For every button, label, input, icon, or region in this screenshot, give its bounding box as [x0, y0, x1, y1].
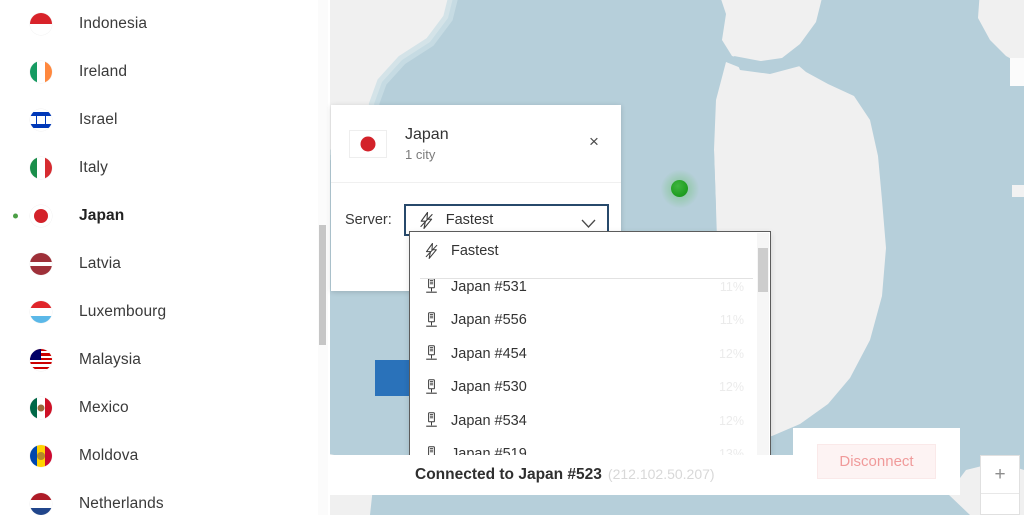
server-icon	[422, 278, 440, 295]
server-icon	[422, 345, 440, 362]
dropdown-item-fastest[interactable]: Fastest	[410, 232, 770, 270]
dropdown-item-load-percent: 11%	[719, 313, 744, 328]
popup-country-name: Japan	[405, 125, 449, 143]
sidebar-item-moldova[interactable]: Moldova	[0, 432, 330, 480]
country-name-label: Malaysia	[79, 351, 141, 368]
israel-flag-icon	[30, 109, 52, 131]
sidebar-item-ireland[interactable]: Ireland	[0, 48, 330, 96]
disconnect-button[interactable]: Disconnect	[817, 444, 936, 479]
country-name-label: Moldova	[79, 447, 139, 464]
latvia-flag-icon	[30, 253, 52, 275]
popup-titles: Japan 1 city	[405, 125, 449, 163]
server-selected-value: Fastest	[445, 212, 494, 228]
dropdown-item-japan-531[interactable]: Japan #531 11%	[410, 270, 770, 304]
panel-edge-clip-mid	[1012, 185, 1024, 197]
popup-header: Japan 1 city ×	[331, 105, 621, 183]
selected-indicator-dot	[13, 213, 18, 219]
server-dropdown-list[interactable]: Fastest Japan #531 11% Japan #556 11% Japan #…	[409, 231, 771, 465]
server-dropdown-items: Fastest Japan #531 11% Japan #556 11% Japan #…	[410, 232, 770, 464]
country-name-label: Netherlands	[79, 495, 164, 512]
server-icon	[422, 312, 440, 329]
map-zoom-controls[interactable]: +	[980, 455, 1020, 515]
indonesia-flag-icon	[30, 13, 52, 35]
japan-flag-icon	[349, 129, 387, 158]
sidebar-item-japan[interactable]: Japan	[0, 192, 330, 240]
dropdown-item-load-percent: 12%	[718, 380, 744, 395]
sidebar-item-israel[interactable]: Israel	[0, 96, 330, 144]
disconnect-panel: Disconnect	[793, 428, 960, 495]
dropdown-item-label: Japan #530	[451, 379, 527, 396]
country-name-label: Latvia	[79, 255, 121, 272]
zoom-in-button[interactable]: +	[981, 456, 1019, 494]
close-icon[interactable]: ×	[583, 131, 605, 153]
netherlands-flag-icon	[30, 493, 52, 515]
connection-ip-address: (212.102.50.207)	[607, 466, 715, 482]
dropdown-divider	[420, 278, 753, 279]
dropdown-scrollbar-thumb[interactable]	[758, 248, 768, 292]
country-name-label: Ireland	[79, 63, 128, 80]
server-label: Server:	[345, 212, 392, 228]
country-name-label: Japan	[79, 207, 125, 224]
country-name-label: Italy	[79, 159, 108, 176]
panel-edge-clip-top	[1010, 58, 1024, 86]
dropdown-item-japan-454[interactable]: Japan #454 12%	[410, 337, 770, 371]
italy-flag-icon	[30, 157, 52, 179]
dropdown-item-japan-556[interactable]: Japan #556 11%	[410, 304, 770, 338]
mexico-flag-icon	[30, 397, 52, 419]
bolt-icon	[419, 211, 434, 229]
country-list: Indonesia Ireland Israel Italy Japan Latvia Lu…	[0, 0, 330, 515]
server-icon	[422, 379, 440, 396]
dropdown-item-load-percent: 12%	[718, 413, 744, 428]
japan-flag-icon	[30, 205, 52, 227]
dropdown-item-load-percent: 12%	[718, 346, 744, 361]
dropdown-item-label: Japan #531	[451, 278, 527, 295]
country-name-label: Israel	[79, 111, 118, 128]
dropdown-item-japan-534[interactable]: Japan #534 12%	[410, 404, 770, 438]
country-name-label: Luxembourg	[79, 303, 167, 320]
sidebar-item-latvia[interactable]: Latvia	[0, 240, 330, 288]
dropdown-item-label: Japan #534	[451, 412, 527, 429]
dropdown-item-label: Japan #556	[451, 312, 527, 329]
sidebar-item-mexico[interactable]: Mexico	[0, 384, 330, 432]
sidebar-item-netherlands[interactable]: Netherlands	[0, 480, 330, 515]
dropdown-item-label: Japan #454	[451, 345, 527, 362]
app-window: Indonesia Ireland Israel Italy Japan Latvia Lu…	[0, 0, 1024, 515]
sidebar-item-italy[interactable]: Italy	[0, 144, 330, 192]
connection-status-label: Connected to Japan #523	[415, 466, 602, 483]
sidebar-item-malaysia[interactable]: Malaysia	[0, 336, 330, 384]
country-sidebar[interactable]: Indonesia Ireland Israel Italy Japan Latvia Lu…	[0, 0, 330, 515]
dropdown-item-japan-530[interactable]: Japan #530 12%	[410, 371, 770, 405]
ireland-flag-icon	[30, 61, 52, 83]
luxembourg-flag-icon	[30, 301, 52, 323]
malaysia-flag-icon	[30, 349, 52, 371]
sidebar-scrollbar-thumb[interactable]	[319, 225, 326, 345]
sidebar-item-indonesia[interactable]: Indonesia	[0, 0, 330, 48]
connection-status-text: Connected to Japan #523 (212.102.50.207)	[415, 466, 715, 484]
dropdown-item-label: Fastest	[451, 243, 499, 259]
active-server-marker[interactable]	[671, 180, 688, 197]
sidebar-item-luxembourg[interactable]: Luxembourg	[0, 288, 330, 336]
popup-city-count: 1 city	[405, 146, 436, 162]
moldova-flag-icon	[30, 445, 52, 467]
country-name-label: Mexico	[79, 399, 129, 416]
bolt-icon	[422, 243, 440, 259]
dropdown-item-load-percent: 11%	[719, 279, 744, 294]
server-icon	[422, 412, 440, 429]
country-name-label: Indonesia	[79, 15, 148, 32]
